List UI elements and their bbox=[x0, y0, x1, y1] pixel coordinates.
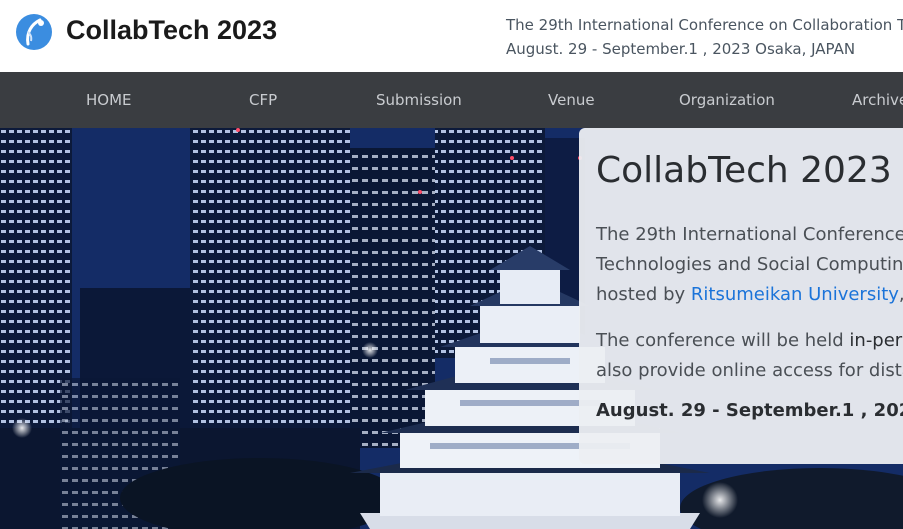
nav-submission[interactable]: Submission bbox=[376, 72, 462, 128]
collabtech-logo-icon[interactable] bbox=[16, 14, 52, 50]
nav-cfp[interactable]: CFP bbox=[249, 72, 277, 128]
ritsumeikan-university-link[interactable]: Ritsumeikan University bbox=[691, 284, 899, 305]
intro-line-3-suffix: , O bbox=[899, 284, 903, 305]
card-title: CollabTech 2023 bbox=[596, 150, 892, 191]
nav-archive[interactable]: Archive bbox=[852, 72, 903, 128]
in-person-text: in-perso bbox=[849, 330, 903, 351]
nav-home[interactable]: HOME bbox=[86, 72, 132, 128]
format-line-2: also provide online access for distanc bbox=[596, 360, 903, 381]
card-format-paragraph: The conference will be held in-perso als… bbox=[596, 326, 903, 386]
conference-info-card: CollabTech 2023 The 29th International C… bbox=[579, 128, 903, 464]
card-intro-paragraph: The 29th International Conference or Tec… bbox=[596, 220, 903, 310]
nav-venue[interactable]: Venue bbox=[548, 72, 595, 128]
conference-date-location: August. 29 - September.1 , 2023 Osaka, J… bbox=[506, 40, 856, 58]
main-navigation: HOME CFP Submission Venue Organization A… bbox=[0, 72, 903, 128]
conference-title-line: The 29th International Conference on Col… bbox=[506, 16, 903, 34]
intro-line-3: hosted by Ritsumeikan University, O bbox=[596, 280, 903, 310]
intro-line-2: Technologies and Social Computing ( bbox=[596, 254, 903, 275]
conference-summary: The 29th International Conference on Col… bbox=[506, 13, 903, 61]
intro-line-1: The 29th International Conference or bbox=[596, 224, 903, 245]
hosted-by-text: hosted by bbox=[596, 284, 691, 305]
format-line-1-prefix: The conference will be held bbox=[596, 330, 850, 351]
site-header: CollabTech 2023 The 29th International C… bbox=[0, 0, 903, 72]
format-line-1: The conference will be held in-perso bbox=[596, 326, 903, 356]
site-title[interactable]: CollabTech 2023 bbox=[66, 15, 277, 46]
nav-organization[interactable]: Organization bbox=[679, 72, 775, 128]
card-date: August. 29 - September.1 , 2023 bbox=[596, 400, 903, 421]
